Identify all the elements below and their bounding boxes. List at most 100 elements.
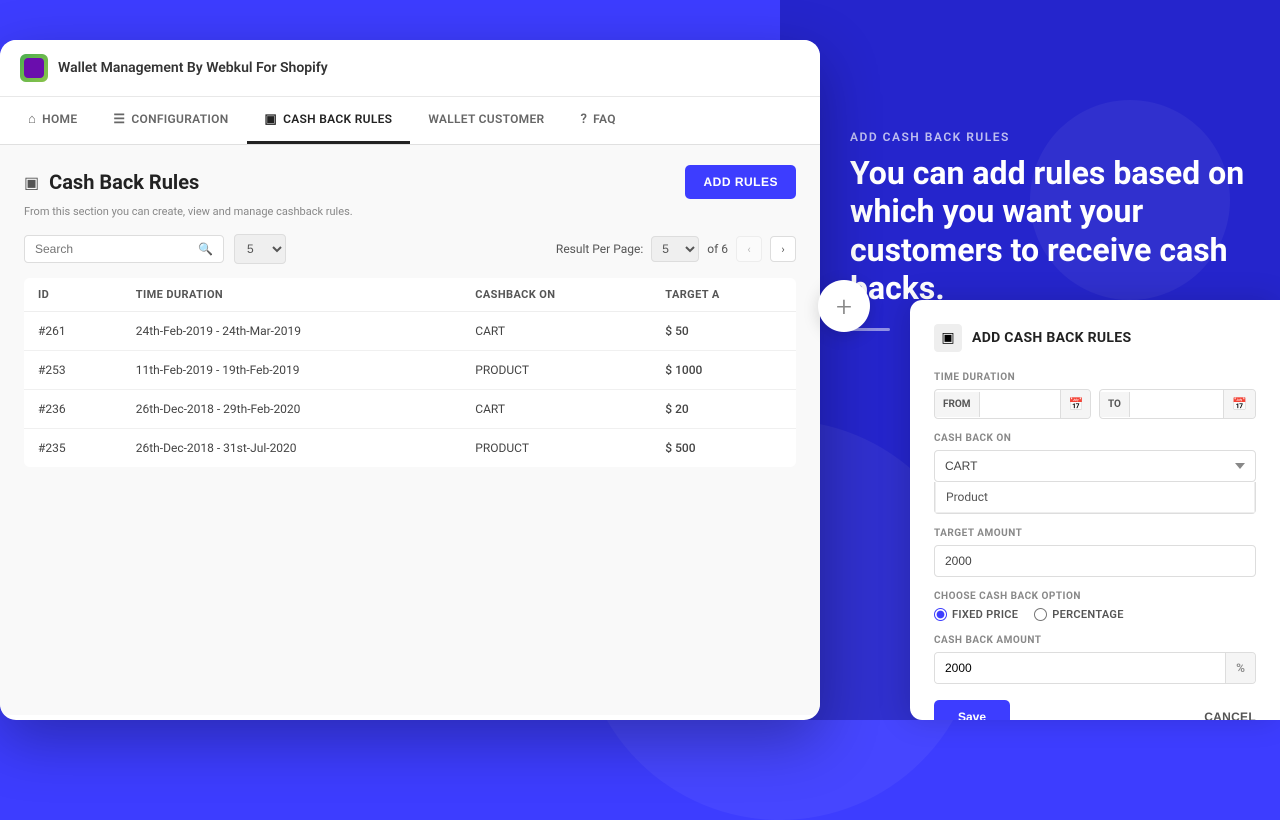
cell-cashback-on: PRODUCT [461, 351, 651, 390]
page-header: ▣ Cash Back Rules ADD RULES [24, 165, 796, 199]
col-cashback: CASHBACK ON [461, 278, 651, 312]
cell-target-amount: $ 50 [651, 312, 796, 351]
app-logo [20, 54, 48, 82]
pagination-prev[interactable]: ‹ [736, 236, 762, 262]
config-icon: ☰ [113, 112, 125, 127]
content-area: ▣ Cash Back Rules ADD RULES From this se… [0, 145, 820, 715]
table-row: #236 26th-Dec-2018 - 29th-Feb-2020 CART … [24, 390, 796, 429]
tab-cashback-rules[interactable]: ▣ CASH BACK RULES [247, 98, 411, 144]
time-duration-label: TIME DURATION [934, 372, 1256, 383]
search-box[interactable]: 🔍 [24, 235, 224, 263]
page-title-row: ▣ Cash Back Rules [24, 170, 199, 194]
table-row: #253 11th-Feb-2019 - 19th-Feb-2019 PRODU… [24, 351, 796, 390]
cashback-amount-group: CASH BACK AMOUNT % [934, 635, 1256, 684]
pagination-next[interactable]: › [770, 236, 796, 262]
to-calendar-icon[interactable]: 📅 [1223, 390, 1255, 418]
percent-suffix: % [1225, 653, 1255, 683]
col-duration: TIME DURATION [122, 278, 462, 312]
from-calendar-icon[interactable]: 📅 [1060, 390, 1091, 418]
page-subtitle: From this section you can create, view a… [24, 205, 796, 218]
dropdown-option-product[interactable]: Product [935, 482, 1255, 513]
panel-title: ADD CASH BACK RULES [972, 330, 1131, 346]
top-bar: Wallet Management By Webkul For Shopify [0, 40, 820, 97]
col-target: TARGET A [651, 278, 796, 312]
home-icon: ⌂ [28, 111, 36, 127]
cell-duration: 24th-Feb-2019 - 24th-Mar-2019 [122, 312, 462, 351]
tab-home[interactable]: ⌂ HOME [10, 97, 95, 144]
tab-home-label: HOME [42, 112, 77, 126]
cell-id: #236 [24, 390, 122, 429]
cancel-button[interactable]: CANCEL [1204, 710, 1256, 720]
cashback-on-select[interactable]: CART PRODUCT [934, 450, 1256, 482]
page-title-icon: ▣ [24, 173, 39, 192]
fixed-price-label: FIXED PRICE [952, 608, 1018, 621]
panel-header: ▣ ADD CASH BACK RULES [934, 324, 1256, 352]
right-info-label: ADD CASH BACK RULES [850, 130, 1250, 144]
from-input-group: FROM 📅 [934, 389, 1091, 419]
save-button[interactable]: Save [934, 700, 1010, 720]
tab-faq-label: FAQ [593, 112, 616, 126]
radio-percentage[interactable]: PERCENTAGE [1034, 608, 1123, 621]
panel-icon: ▣ [934, 324, 962, 352]
tab-configuration[interactable]: ☰ CONFIGURATION [95, 98, 246, 144]
search-icon: 🔍 [198, 242, 213, 256]
cell-id: #261 [24, 312, 122, 351]
cashback-on-label: CASH BACK ON [934, 433, 1256, 444]
page-title: Cash Back Rules [49, 170, 199, 194]
radio-group: FIXED PRICE PERCENTAGE [934, 608, 1256, 621]
to-input-group: TO 📅 [1099, 389, 1256, 419]
table-row: #235 26th-Dec-2018 - 31st-Jul-2020 PRODU… [24, 429, 796, 468]
from-input[interactable] [980, 391, 1060, 417]
add-rules-button[interactable]: ADD RULES [685, 165, 796, 199]
radio-fixed-price[interactable]: FIXED PRICE [934, 608, 1018, 621]
cell-duration: 26th-Dec-2018 - 31st-Jul-2020 [122, 429, 462, 468]
cell-cashback-on: CART [461, 390, 651, 429]
toolbar: 🔍 5 10 25 Result Per Page: 5 10 of 6 ‹ › [24, 234, 796, 264]
to-label: TO [1100, 392, 1130, 417]
cashback-option-group: CHOOSE CASH BACK OPTION FIXED PRICE PERC… [934, 591, 1256, 621]
add-rules-panel: ▣ ADD CASH BACK RULES TIME DURATION FROM… [910, 300, 1280, 720]
cell-cashback-on: CART [461, 312, 651, 351]
plus-button[interactable]: + [818, 280, 870, 332]
tab-faq[interactable]: ? FAQ [562, 98, 633, 144]
cashback-amount-input[interactable] [935, 653, 1225, 683]
cashback-amount-label: CASH BACK AMOUNT [934, 635, 1256, 646]
cashback-option-label: CHOOSE CASH BACK OPTION [934, 591, 1256, 602]
right-info-text: You can add rules based on which you wan… [850, 154, 1250, 308]
cell-id: #235 [24, 429, 122, 468]
main-card: Wallet Management By Webkul For Shopify … [0, 40, 820, 720]
faq-icon: ? [580, 112, 587, 127]
col-id: ID [24, 278, 122, 312]
radio-fixed-price-input[interactable] [934, 608, 947, 621]
target-amount-group: TARGET AMOUNT [934, 528, 1256, 577]
tab-wallet-label: WALLET CUSTOMER [428, 112, 544, 126]
result-per-page-label: Result Per Page: [556, 242, 643, 256]
from-label: FROM [935, 392, 980, 417]
dropdown-list: Product [934, 482, 1256, 514]
per-page-select-right[interactable]: 5 10 [651, 236, 699, 262]
tab-cashback-label: CASH BACK RULES [283, 112, 392, 126]
cell-target-amount: $ 20 [651, 390, 796, 429]
radio-percentage-input[interactable] [1034, 608, 1047, 621]
panel-actions: Save CANCEL [934, 700, 1256, 720]
app-logo-inner [24, 58, 44, 78]
tab-configuration-label: CONFIGURATION [131, 112, 228, 126]
time-duration-group: TIME DURATION FROM 📅 TO 📅 [934, 372, 1256, 419]
pagination: Result Per Page: 5 10 of 6 ‹ › [556, 236, 796, 262]
rules-table: ID TIME DURATION CASHBACK ON TARGET A #2… [24, 278, 796, 467]
cell-cashback-on: PRODUCT [461, 429, 651, 468]
to-input[interactable] [1130, 391, 1223, 417]
target-amount-input[interactable] [934, 545, 1256, 577]
cell-target-amount: $ 1000 [651, 351, 796, 390]
per-page-select[interactable]: 5 10 25 [234, 234, 286, 264]
search-input[interactable] [35, 242, 192, 256]
cell-duration: 26th-Dec-2018 - 29th-Feb-2020 [122, 390, 462, 429]
tab-wallet-customer[interactable]: WALLET CUSTOMER [410, 98, 562, 143]
amount-input-group: % [934, 652, 1256, 684]
percentage-label: PERCENTAGE [1052, 608, 1123, 621]
target-amount-label: TARGET AMOUNT [934, 528, 1256, 539]
of-label: of 6 [707, 242, 728, 256]
cell-target-amount: $ 500 [651, 429, 796, 468]
cell-duration: 11th-Feb-2019 - 19th-Feb-2019 [122, 351, 462, 390]
cashback-icon: ▣ [265, 112, 278, 127]
